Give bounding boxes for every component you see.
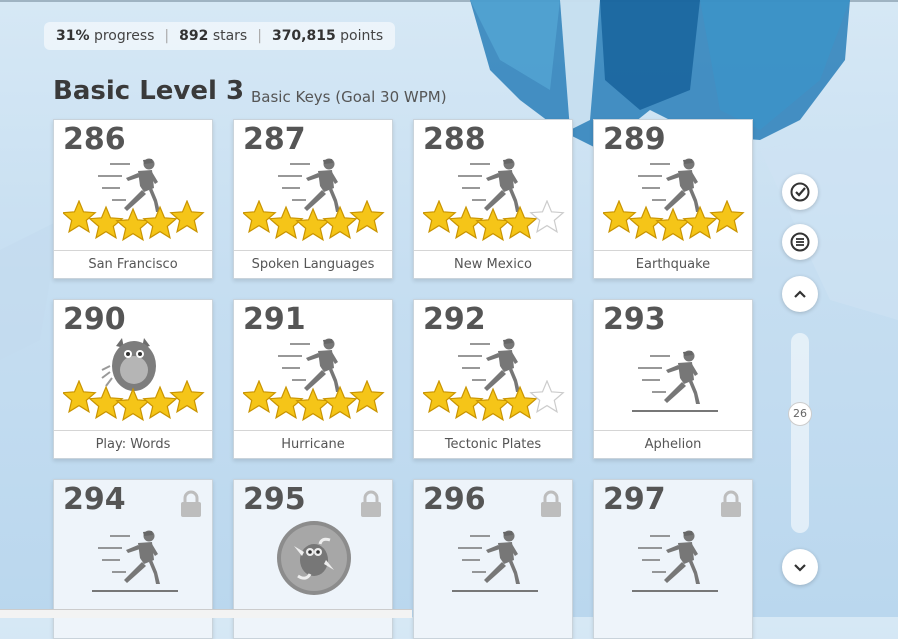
lesson-name: Play: Words bbox=[54, 430, 212, 458]
stats-bar: 31% progress | 892 stars | 370,815 point… bbox=[44, 22, 396, 50]
star-filled-icon bbox=[475, 387, 511, 422]
star-filled-icon bbox=[448, 385, 484, 420]
check-icon bbox=[790, 182, 810, 202]
star-filled-icon bbox=[349, 199, 385, 234]
lesson-name: San Francisco bbox=[54, 250, 212, 278]
star-filled-icon bbox=[169, 379, 205, 414]
bubble-monster-icon bbox=[274, 518, 354, 602]
lesson-card-288[interactable]: 288 New Mexico bbox=[413, 119, 573, 279]
lesson-card-293[interactable]: 293 Aphelion bbox=[593, 299, 753, 459]
star-filled-icon bbox=[655, 207, 691, 242]
level-subtitle: Basic Keys (Goal 30 WPM) bbox=[251, 88, 447, 106]
lesson-card-286[interactable]: 286 San Francisco bbox=[53, 119, 213, 279]
star-empty-icon bbox=[529, 379, 565, 414]
lesson-name: New Mexico bbox=[414, 250, 572, 278]
runner-icon bbox=[92, 528, 178, 594]
star-filled-icon bbox=[241, 199, 277, 234]
star-filled-icon bbox=[475, 207, 511, 242]
separator: | bbox=[257, 28, 262, 44]
lesson-number: 287 bbox=[243, 122, 306, 157]
star-filled-icon bbox=[295, 207, 331, 242]
lock-icon bbox=[360, 490, 382, 522]
chevron-down-icon bbox=[794, 564, 806, 572]
star-filled-icon bbox=[88, 205, 124, 240]
lesson-name: Spoken Languages bbox=[234, 250, 392, 278]
star-rating bbox=[241, 379, 388, 430]
star-filled-icon bbox=[241, 379, 277, 414]
stars-stat: 892 stars bbox=[179, 28, 248, 44]
lesson-number: 295 bbox=[243, 482, 306, 517]
scroll-up-button[interactable] bbox=[782, 276, 818, 312]
lesson-number: 288 bbox=[423, 122, 486, 157]
star-filled-icon bbox=[61, 199, 97, 234]
scroll-down-button[interactable] bbox=[782, 549, 818, 585]
star-filled-icon bbox=[421, 379, 457, 414]
progress-stat: 31% progress bbox=[56, 28, 155, 44]
lesson-card-289[interactable]: 289 Earthquake bbox=[593, 119, 753, 279]
lesson-number: 289 bbox=[603, 122, 666, 157]
check-button[interactable] bbox=[782, 174, 818, 210]
star-filled-icon bbox=[628, 205, 664, 240]
lock-icon bbox=[540, 490, 562, 522]
lesson-name: Hurricane bbox=[234, 430, 392, 458]
lesson-number: 297 bbox=[603, 482, 666, 517]
star-filled-icon bbox=[322, 385, 358, 420]
star-filled-icon bbox=[322, 205, 358, 240]
lesson-card-292[interactable]: 292 Tectonic Plates bbox=[413, 299, 573, 459]
lesson-number: 291 bbox=[243, 302, 306, 337]
star-filled-icon bbox=[421, 199, 457, 234]
lesson-card-297[interactable]: 297 bbox=[593, 479, 753, 639]
lesson-name: Tectonic Plates bbox=[414, 430, 572, 458]
lesson-name: Earthquake bbox=[594, 250, 752, 278]
star-rating bbox=[421, 379, 568, 430]
star-filled-icon bbox=[295, 387, 331, 422]
star-filled-icon bbox=[115, 207, 151, 242]
star-rating bbox=[61, 199, 208, 250]
runner-icon bbox=[452, 528, 538, 594]
star-filled-icon bbox=[601, 199, 637, 234]
lock-icon bbox=[180, 490, 202, 522]
lesson-card-291[interactable]: 291 Hurricane bbox=[233, 299, 393, 459]
star-filled-icon bbox=[142, 385, 178, 420]
star-rating bbox=[421, 199, 568, 250]
lesson-number: 296 bbox=[423, 482, 486, 517]
star-rating bbox=[241, 199, 388, 250]
lesson-card-296[interactable]: 296 bbox=[413, 479, 573, 639]
lock-icon bbox=[720, 490, 742, 522]
chevron-up-icon bbox=[794, 290, 806, 298]
star-rating bbox=[601, 199, 748, 250]
runner-icon bbox=[632, 528, 718, 594]
lesson-number: 290 bbox=[63, 302, 126, 337]
star-filled-icon bbox=[169, 199, 205, 234]
star-filled-icon bbox=[502, 385, 538, 420]
star-filled-icon bbox=[448, 205, 484, 240]
points-stat: 370,815 points bbox=[271, 28, 384, 44]
star-rating bbox=[61, 379, 208, 430]
lesson-card-290[interactable]: 290 Play: Words bbox=[53, 299, 213, 459]
star-empty-icon bbox=[529, 199, 565, 234]
separator: | bbox=[164, 28, 170, 44]
level-title: Basic Level 3 bbox=[53, 76, 245, 106]
star-filled-icon bbox=[268, 205, 304, 240]
star-filled-icon bbox=[709, 199, 745, 234]
menu-icon bbox=[790, 232, 810, 252]
lesson-number: 286 bbox=[63, 122, 126, 157]
lesson-card-287[interactable]: 287 Spoken Languages bbox=[233, 119, 393, 279]
lesson-number: 294 bbox=[63, 482, 126, 517]
menu-button[interactable] bbox=[782, 224, 818, 260]
star-filled-icon bbox=[88, 385, 124, 420]
lesson-number: 293 bbox=[603, 302, 666, 337]
star-filled-icon bbox=[115, 387, 151, 422]
star-filled-icon bbox=[268, 385, 304, 420]
star-filled-icon bbox=[502, 205, 538, 240]
scroll-track[interactable] bbox=[791, 333, 809, 533]
star-filled-icon bbox=[682, 205, 718, 240]
star-filled-icon bbox=[142, 205, 178, 240]
runner-icon bbox=[632, 348, 718, 414]
lesson-name: Aphelion bbox=[594, 430, 752, 458]
lesson-number: 292 bbox=[423, 302, 486, 337]
star-filled-icon bbox=[61, 379, 97, 414]
star-filled-icon bbox=[349, 379, 385, 414]
scroll-thumb[interactable]: 26 bbox=[788, 402, 812, 426]
